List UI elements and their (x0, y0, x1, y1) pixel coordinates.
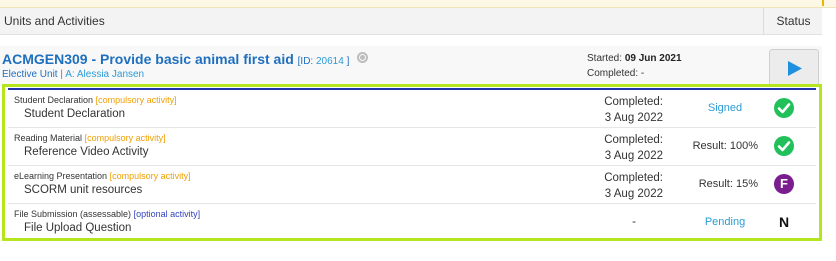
activity-date: 3 Aug 2022 (604, 188, 663, 200)
unit-title[interactable]: ACMGEN309 - Provide basic animal first a… (2, 51, 369, 67)
activity-row[interactable]: Student Declaration [compulsory activity… (8, 90, 816, 128)
unit-id: [ID: 20614 ] (297, 56, 350, 67)
activity-tag: [optional activity] (133, 209, 201, 219)
activity-tag: [compulsory activity] (95, 95, 177, 105)
activity-name[interactable]: Reference Video Activity (24, 146, 148, 158)
check-icon (774, 98, 794, 118)
activity-result-link[interactable]: Pending (680, 216, 770, 228)
status-column-header: Status (763, 8, 823, 34)
play-button[interactable] (769, 49, 819, 86)
globe-icon[interactable] (357, 52, 369, 63)
activity-name[interactable]: Student Declaration (24, 108, 125, 120)
unit-completed: Completed: - (587, 68, 645, 79)
activity-completed: Completed: 3 Aug 2022 (568, 170, 663, 202)
activity-tag: [compulsory activity] (84, 133, 166, 143)
unit-started: Started: 09 Jun 2021 (587, 53, 682, 64)
activity-date: 3 Aug 2022 (604, 150, 663, 162)
not-started-icon: N (778, 214, 790, 230)
unit-subtitle: Elective Unit | A: Alessia Jansen (2, 69, 145, 80)
activities-list: Student Declaration [compulsory activity… (8, 90, 816, 241)
unit-code-title[interactable]: ACMGEN309 - Provide basic animal first a… (2, 51, 294, 67)
units-column-header: Units and Activities (4, 14, 105, 28)
play-icon (788, 61, 802, 76)
activity-completed: Completed: 3 Aug 2022 (568, 94, 663, 126)
activity-completed: Completed: 3 Aug 2022 (568, 132, 663, 164)
activity-tag: [compulsory activity] (109, 171, 191, 181)
assessor-link[interactable]: A: Alessia Jansen (65, 69, 144, 80)
activity-row[interactable]: Reading Material [compulsory activity] R… (8, 128, 816, 166)
fail-icon: F (774, 174, 794, 194)
check-icon (774, 136, 794, 156)
activity-type: Reading Material [compulsory activity] (14, 133, 166, 143)
activity-name[interactable]: SCORM unit resources (24, 184, 142, 196)
activity-result-link[interactable]: Signed (680, 102, 770, 114)
activity-type: Student Declaration [compulsory activity… (14, 95, 177, 105)
activity-result: Result: 100% (692, 140, 758, 152)
notice-marker (822, 0, 824, 6)
activity-completed: - (632, 216, 636, 228)
started-date: 09 Jun 2021 (624, 53, 682, 64)
activity-type: eLearning Presentation [compulsory activ… (14, 171, 191, 181)
activity-type: File Submission (assessable) [optional a… (14, 209, 201, 219)
table-header: Units and Activities Status (0, 8, 822, 35)
activity-result: Result: 15% (698, 178, 758, 190)
top-notice-bar (0, 0, 836, 8)
activity-date: 3 Aug 2022 (604, 112, 663, 124)
activity-name[interactable]: File Upload Question (24, 222, 131, 234)
unit-type: Elective Unit (2, 69, 58, 80)
activity-row[interactable]: eLearning Presentation [compulsory activ… (8, 166, 816, 204)
unit-row: ACMGEN309 - Provide basic animal first a… (0, 46, 822, 86)
activity-row[interactable]: File Submission (assessable) [optional a… (8, 204, 816, 241)
